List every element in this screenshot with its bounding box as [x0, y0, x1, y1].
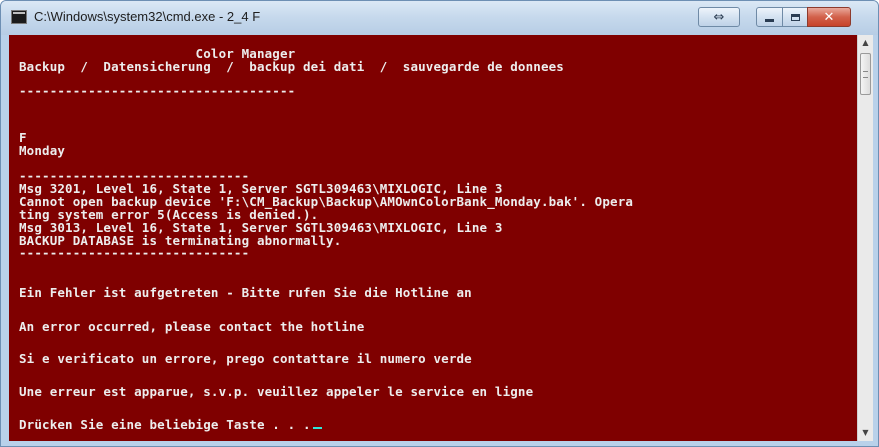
maximize-icon: [790, 13, 800, 21]
cmd-icon[interactable]: [11, 10, 27, 24]
window-bottom-frame: [1, 441, 878, 446]
console-line-error-fr: Une erreur est apparue, s.v.p. veuillez …: [19, 384, 534, 399]
text-cursor: [312, 427, 322, 429]
resize-arrows-icon: ⇔: [713, 9, 725, 25]
console-line-backup-title: Backup / Datensicherung / backup dei dat…: [19, 59, 564, 74]
console-line-prompt: Drücken Sie eine beliebige Taste . . .: [19, 417, 322, 432]
console-line-error-de: Ein Fehler ist aufgetreten - Bitte rufen…: [19, 285, 472, 300]
scrollbar-thumb[interactable]: [860, 53, 871, 95]
title-bar[interactable]: C:\Windows\system32\cmd.exe - 2_4 F ⇔ ✕: [1, 1, 878, 35]
console-window: C:\Windows\system32\cmd.exe - 2_4 F ⇔ ✕ …: [0, 0, 879, 447]
minimize-icon: [765, 18, 774, 22]
resize-button[interactable]: ⇔: [698, 7, 740, 27]
console-line-error-en: An error occurred, please contact the ho…: [19, 319, 365, 334]
maximize-button[interactable]: [782, 7, 808, 27]
scroll-up-arrow-icon[interactable]: ▲: [858, 35, 873, 51]
console-line-error-it: Si e verificato un errore, prego contatt…: [19, 351, 472, 366]
console-line-separator: ------------------------------------: [19, 83, 296, 98]
console-output[interactable]: Color Manager Backup / Datensicherung / …: [9, 35, 857, 441]
close-button[interactable]: ✕: [807, 7, 851, 27]
vertical-scrollbar[interactable]: ▲ ▼: [857, 35, 873, 441]
prompt-text: Drücken Sie eine beliebige Taste . . .: [19, 417, 311, 432]
scroll-down-arrow-icon[interactable]: ▼: [858, 425, 873, 441]
window-title: C:\Windows\system32\cmd.exe - 2_4 F: [34, 9, 261, 24]
console-line-day: Monday: [19, 143, 66, 158]
close-icon: ✕: [823, 9, 835, 25]
console-line-separator: ------------------------------: [19, 245, 250, 260]
minimize-button[interactable]: [756, 7, 783, 27]
